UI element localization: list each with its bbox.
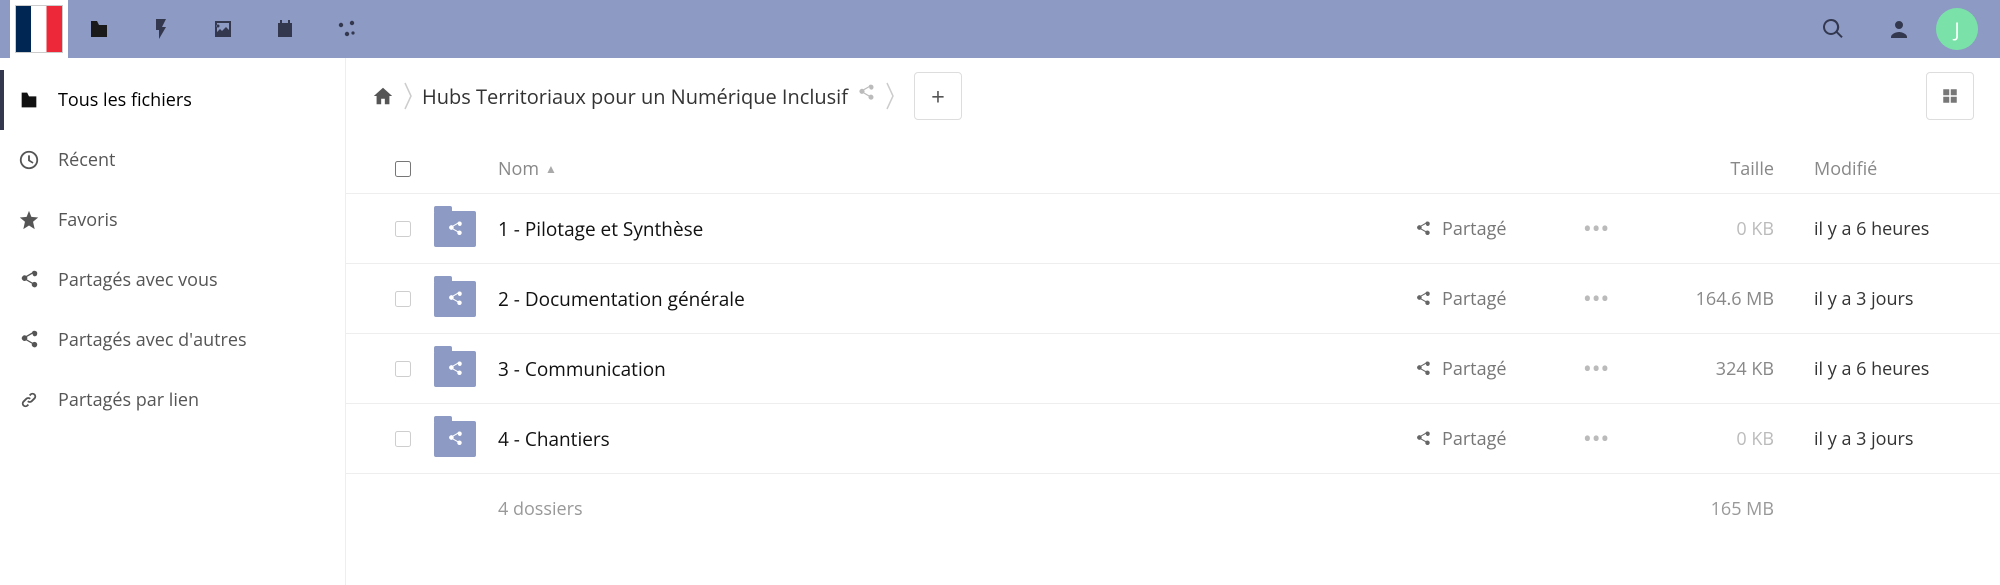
sidebar-item-shared-by-link[interactable]: Partagés par lien xyxy=(0,370,345,430)
topbar-apps xyxy=(68,0,378,58)
add-button[interactable]: + xyxy=(914,72,962,120)
user-avatar[interactable]: J xyxy=(1936,8,1978,50)
row-modified: il y a 6 heures xyxy=(1774,357,1974,381)
row-name[interactable]: 4 - Chantiers xyxy=(492,426,1414,452)
grid-icon xyxy=(1941,87,1959,105)
shared-folder-icon xyxy=(434,281,476,317)
sort-asc-icon: ▲ xyxy=(545,160,557,177)
sidebar-item-label: Favoris xyxy=(58,208,118,232)
folder-icon xyxy=(18,89,40,111)
row-checkbox[interactable] xyxy=(395,221,411,237)
link-icon xyxy=(18,389,40,411)
table-header: Nom ▲ Taille Modifié xyxy=(346,144,2000,194)
share-icon xyxy=(1414,290,1432,308)
row-name[interactable]: 1 - Pilotage et Synthèse xyxy=(492,216,1414,242)
contacts-icon[interactable] xyxy=(1870,0,1928,58)
star-icon xyxy=(18,209,40,231)
table-row[interactable]: 3 - Communication Partagé ••• 324 KBil y a … xyxy=(346,334,2000,404)
row-size: 0 KB xyxy=(1644,217,1774,241)
share-icon xyxy=(446,430,464,448)
sidebar-item-label: Partagés par lien xyxy=(58,388,199,412)
sidebar-item-label: Partagés avec vous xyxy=(58,268,218,292)
topbar-right: J xyxy=(1804,0,1990,58)
row-modified: il y a 3 jours xyxy=(1774,287,1974,311)
more-actions-button[interactable]: ••• xyxy=(1584,357,1610,381)
share-icon xyxy=(1414,430,1432,448)
gallery-app-icon[interactable] xyxy=(192,0,254,58)
share-icon xyxy=(18,329,40,351)
sidebar-item-all-files[interactable]: Tous les fichiers xyxy=(0,70,345,130)
share-icon xyxy=(1414,360,1432,378)
breadcrumb-current[interactable]: Hubs Territoriaux pour un Numérique Incl… xyxy=(422,83,848,110)
graph-app-icon[interactable] xyxy=(316,0,378,58)
more-actions-button[interactable]: ••• xyxy=(1584,427,1610,451)
share-label: Partagé xyxy=(1442,217,1507,241)
column-modified[interactable]: Modifié xyxy=(1774,157,1974,181)
row-name[interactable]: 3 - Communication xyxy=(492,356,1414,382)
summary-row: 4 dossiers 165 MB xyxy=(346,474,2000,544)
sidebar-item-label: Partagés avec d'autres xyxy=(58,328,247,352)
share-label: Partagé xyxy=(1442,357,1507,381)
sidebar-item-label: Tous les fichiers xyxy=(58,88,192,112)
table-row[interactable]: 4 - Chantiers Partagé ••• 0 KBil y a 3 jour… xyxy=(346,404,2000,474)
sidebar: Tous les fichiers Récent Favoris Partagé… xyxy=(0,58,346,585)
share-icon xyxy=(1414,220,1432,238)
plus-icon: + xyxy=(931,80,945,113)
breadcrumb-share[interactable] xyxy=(856,83,876,109)
share-icon xyxy=(446,220,464,238)
table-row[interactable]: 2 - Documentation générale Partagé ••• 164.… xyxy=(346,264,2000,334)
share-icon xyxy=(446,360,464,378)
row-checkbox[interactable] xyxy=(395,291,411,307)
breadcrumb: Hubs Territoriaux pour un Numérique Incl… xyxy=(346,58,2000,134)
share-status[interactable]: Partagé xyxy=(1414,287,1584,311)
share-status[interactable]: Partagé xyxy=(1414,427,1584,451)
table-row[interactable]: 1 - Pilotage et Synthèse Partagé ••• 0 KBil… xyxy=(346,194,2000,264)
row-size: 324 KB xyxy=(1644,357,1774,381)
share-status[interactable]: Partagé xyxy=(1414,217,1584,241)
row-size: 0 KB xyxy=(1644,427,1774,451)
clock-icon xyxy=(18,149,40,171)
shared-folder-icon xyxy=(434,211,476,247)
sidebar-item-favorites[interactable]: Favoris xyxy=(0,190,345,250)
share-label: Partagé xyxy=(1442,427,1507,451)
more-actions-button[interactable]: ••• xyxy=(1584,287,1610,311)
activity-app-icon[interactable] xyxy=(130,0,192,58)
search-icon[interactable] xyxy=(1804,0,1862,58)
row-checkbox[interactable] xyxy=(395,361,411,377)
share-icon xyxy=(446,290,464,308)
share-label: Partagé xyxy=(1442,287,1507,311)
view-toggle-button[interactable] xyxy=(1926,72,1974,120)
home-icon xyxy=(372,85,394,107)
share-icon xyxy=(18,269,40,291)
row-checkbox[interactable] xyxy=(395,431,411,447)
shared-folder-icon xyxy=(434,421,476,457)
share-status[interactable]: Partagé xyxy=(1414,357,1584,381)
sidebar-item-recent[interactable]: Récent xyxy=(0,130,345,190)
row-modified: il y a 6 heures xyxy=(1774,217,1974,241)
row-size: 164.6 MB xyxy=(1644,287,1774,311)
summary-size: 165 MB xyxy=(1644,497,1774,521)
share-icon xyxy=(856,83,876,103)
breadcrumb-home[interactable] xyxy=(372,85,394,107)
sidebar-item-label: Récent xyxy=(58,148,115,172)
column-name[interactable]: Nom ▲ xyxy=(492,157,1414,181)
main-content: Hubs Territoriaux pour un Numérique Incl… xyxy=(346,58,2000,585)
files-app-icon[interactable] xyxy=(68,0,130,58)
row-modified: il y a 3 jours xyxy=(1774,427,1974,451)
select-all-checkbox[interactable] xyxy=(395,161,411,177)
breadcrumb-separator-icon xyxy=(402,81,414,111)
row-name[interactable]: 2 - Documentation générale xyxy=(492,286,1414,312)
column-size[interactable]: Taille xyxy=(1644,157,1774,181)
column-name-label: Nom xyxy=(498,157,539,181)
shared-folder-icon xyxy=(434,351,476,387)
sidebar-item-shared-with-others[interactable]: Partagés avec d'autres xyxy=(0,310,345,370)
top-header: J xyxy=(0,0,2000,58)
sidebar-item-shared-with-you[interactable]: Partagés avec vous xyxy=(0,250,345,310)
app-logo[interactable] xyxy=(10,0,68,58)
more-actions-button[interactable]: ••• xyxy=(1584,217,1610,241)
calendar-app-icon[interactable] xyxy=(254,0,316,58)
summary-count: 4 dossiers xyxy=(492,497,1414,521)
breadcrumb-separator-icon xyxy=(884,81,896,111)
